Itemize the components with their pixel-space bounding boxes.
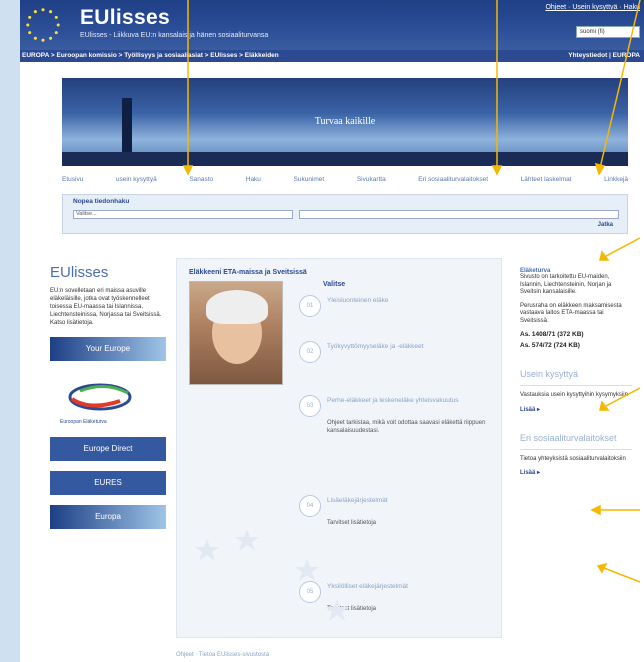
right-text: Sivusto on tarkoitettu EU-maiden, Islann…: [520, 274, 612, 295]
hair-shape: [206, 290, 268, 324]
pension-logo-text: Euroopan Eläketurva: [60, 419, 107, 425]
nav-item[interactable]: Linkkejä: [604, 176, 628, 186]
breadcrumb: EUROPA > Euroopan komissio > Työllisyys …: [20, 50, 644, 62]
europa-logo[interactable]: Europa: [50, 505, 166, 529]
regulation-link-1[interactable]: As. 1408/71 (372 KB): [520, 331, 632, 338]
breadcrumb-right-links[interactable]: Yhteystiedot | EUROPA: [568, 50, 640, 62]
option-title[interactable]: Perhe-eläkkeet ja leskeneläke yhteisvaku…: [327, 397, 497, 405]
banner-title: Turvaa kaikille: [314, 116, 376, 127]
breadcrumb-path[interactable]: EUROPA > Euroopan komissio > Työllisyys …: [22, 52, 279, 59]
divider: [520, 448, 632, 450]
pension-logo[interactable]: Euroopan Eläketurva: [50, 377, 166, 427]
left-title: EUlisses: [50, 264, 109, 281]
your-europe-logo[interactable]: Your Europe: [50, 337, 166, 361]
faq-text: Vastauksia usein kysyttyihin kysymyksiin: [520, 392, 628, 398]
option-number: 03: [299, 395, 321, 417]
option-desc: Ohjeet tarkistaa, mikä voit odottaa saav…: [327, 420, 486, 434]
eures-logo[interactable]: EURES: [50, 471, 166, 495]
page: EUlisses EUlisses - Liikkuva EU:n kansal…: [20, 0, 644, 662]
institutions-text: Tietoa yhteyksistä sosiaaliturvalaitoksi…: [520, 455, 626, 462]
nav-item[interactable]: Sukunimet: [294, 176, 325, 186]
main-nav: Etusivu usein kysyttyä Sanasto Haku Suku…: [62, 176, 628, 186]
language-select[interactable]: suomi (fi): [576, 26, 640, 38]
nav-item[interactable]: usein kysyttyä: [116, 176, 157, 186]
lighthouse-shape: [122, 98, 132, 160]
option-title[interactable]: Yleisluonteinen eläke: [327, 297, 497, 305]
search-select[interactable]: Valitse...: [73, 210, 293, 219]
right-text-2: Perusraha on eläkkeen maksamisesta vasta…: [520, 302, 622, 324]
banner-image: Turvaa kaikille: [62, 78, 628, 166]
institutions-title[interactable]: Eri sosiaaliturvalaitokset: [520, 433, 632, 443]
faq-more-link[interactable]: Lisää ▸: [520, 406, 632, 413]
search-label: Nopea tiedonhaku: [73, 198, 130, 205]
nav-item[interactable]: Eri sosiaaliturvalaitokset: [418, 176, 488, 186]
search-go-button[interactable]: Jatka: [598, 222, 613, 228]
divider: [520, 385, 632, 386]
portrait-photo: [189, 281, 283, 385]
site-subtitle: EUlisses - Liikkuva EU:n kansalais ja hä…: [80, 32, 269, 39]
nav-item[interactable]: Sanasto: [189, 176, 213, 186]
option-title[interactable]: Työkyvyttömyyseläke ja -eläkkeet: [327, 343, 497, 351]
nav-item[interactable]: Lähteet laskelmat: [521, 176, 572, 186]
nav-item[interactable]: Etusivu: [62, 176, 83, 186]
regulation-link-2[interactable]: As. 574/72 (724 KB): [520, 342, 632, 349]
europe-direct-logo[interactable]: Europe Direct: [50, 437, 166, 461]
nav-item[interactable]: Haku: [246, 176, 261, 186]
header-bar: EUlisses EUlisses - Liikkuva EU:n kansal…: [20, 0, 644, 50]
faq-title[interactable]: Usein kysyttyä: [520, 369, 632, 379]
right-sidebar: Eläketurva Sivusto on tarkoitettu EU-mai…: [520, 268, 632, 476]
option-number: 02: [299, 341, 321, 363]
institutions-more-link[interactable]: Lisää ▸: [520, 469, 632, 476]
option-number: 01: [299, 295, 321, 317]
rocks-shape: [62, 152, 628, 166]
left-sidebar: EUlisses EU:n sovelletaan eri maissa asu…: [50, 264, 166, 529]
quick-search: Nopea tiedonhaku Valitse... Jatka: [62, 194, 628, 234]
ring-logo-icon: Euroopan Eläketurva: [60, 383, 132, 425]
choose-label: Valitse: [323, 281, 346, 288]
content-footer-links[interactable]: Ohjeet · Tietoa EUlisses-sivustosta: [176, 652, 269, 658]
nav-item[interactable]: Sivukartta: [357, 176, 386, 186]
search-input[interactable]: [299, 210, 619, 219]
eu-stars-icon: [26, 8, 60, 42]
top-links[interactable]: Ohjeet · Usein kysyttyä · Haku: [545, 4, 640, 11]
main-content: Eläkkeeni ETA-maissa ja Sveitsissä Valit…: [176, 258, 502, 638]
option-title[interactable]: Lisäeläkejärjestelmät: [327, 497, 497, 505]
star-decoration-icon: [195, 529, 349, 621]
site-title[interactable]: EUlisses: [80, 6, 170, 30]
left-text: EU:n sovelletaan eri maissa asuville elä…: [50, 288, 162, 326]
content-title: Eläkkeeni ETA-maissa ja Sveitsissä: [189, 269, 307, 276]
